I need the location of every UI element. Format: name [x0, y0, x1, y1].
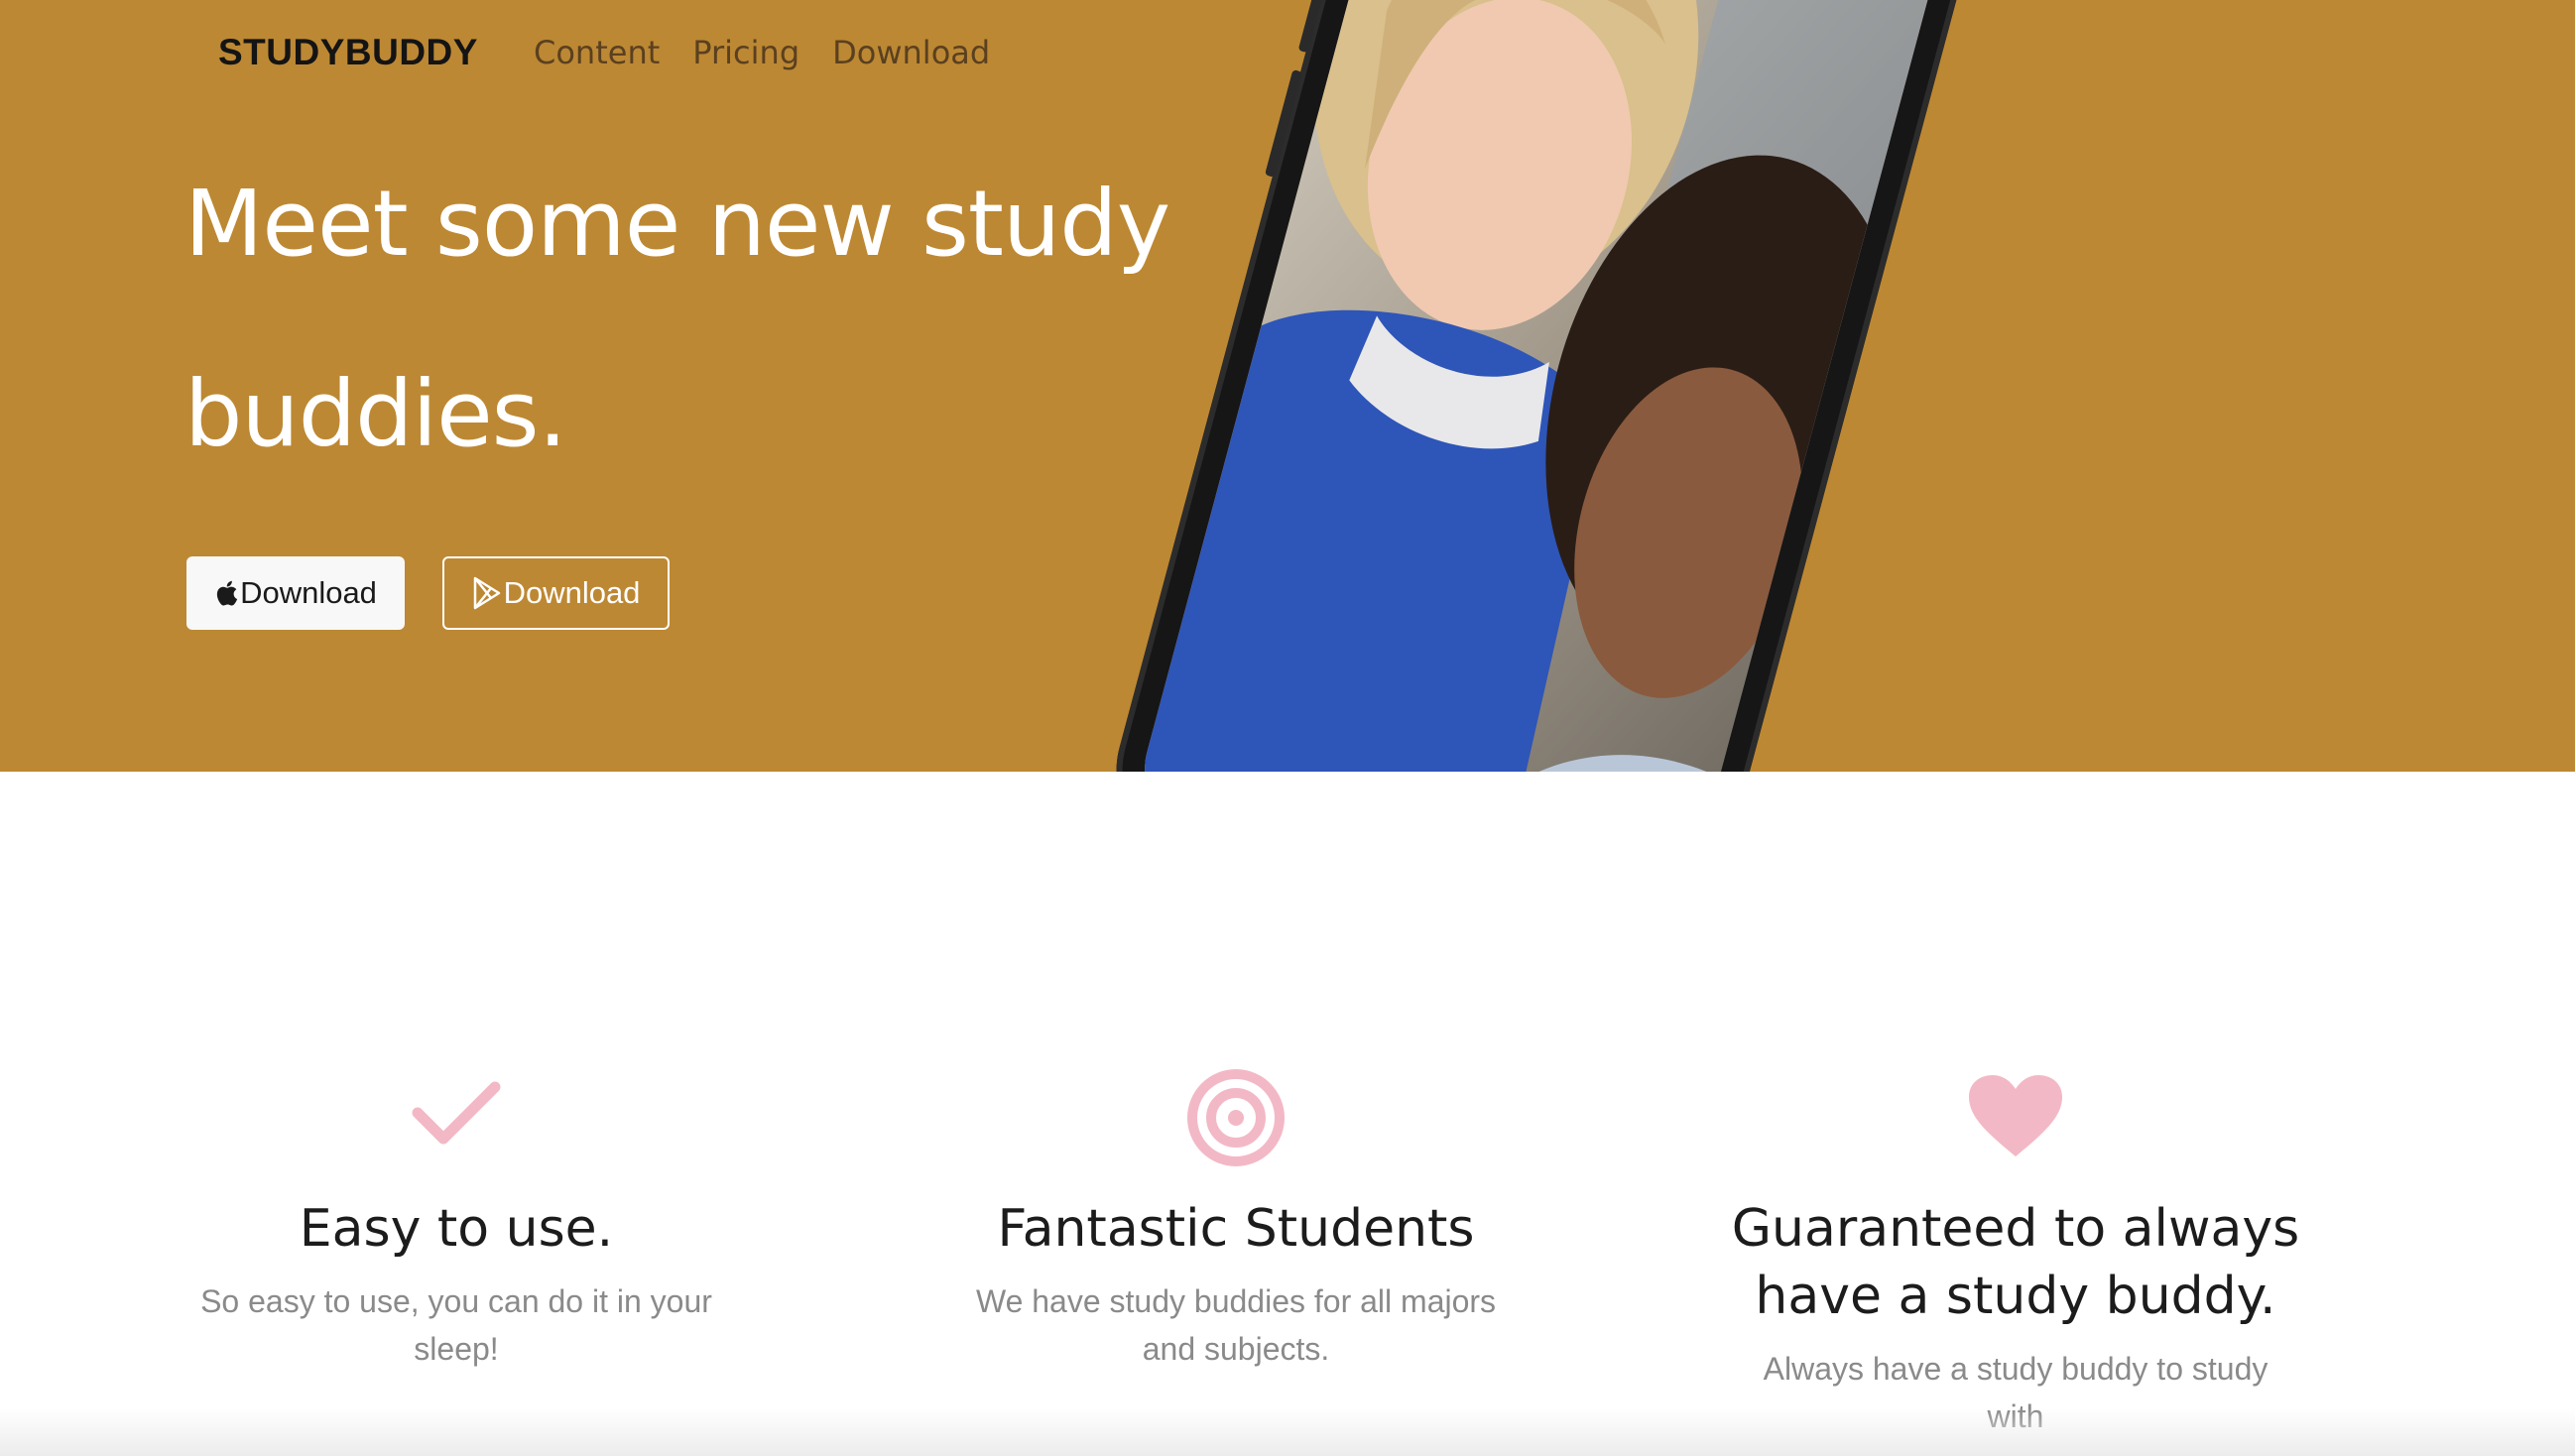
- phone-mockup: [1095, 0, 1990, 772]
- target-icon: [1187, 1069, 1285, 1170]
- feature-title-line: have a study buddy.: [1755, 1267, 2276, 1326]
- feature-desc-line: sleep!: [414, 1331, 499, 1367]
- check-icon: [412, 1081, 501, 1151]
- nav-link-pricing[interactable]: Pricing: [692, 30, 799, 75]
- page-bottom-fade: [0, 1408, 2575, 1456]
- feature-title-line: Easy to use.: [299, 1199, 614, 1259]
- hero-title-line-1: Meet some new study: [184, 171, 1170, 277]
- feature-title: Guaranteed to always have a study buddy.: [1698, 1195, 2333, 1330]
- feature-description: We have study buddies for all majors and…: [919, 1277, 1553, 1373]
- google-play-icon: [472, 576, 502, 610]
- feature-title-line: Guaranteed to always: [1731, 1199, 2300, 1259]
- feature-desc-line: So easy to use, you can do it in your: [200, 1283, 712, 1319]
- brand-logo[interactable]: STUDYBUDDY: [218, 30, 478, 75]
- heart-icon: [1967, 1073, 2064, 1162]
- download-google-play-label: Download: [503, 575, 641, 610]
- feature-desc-line: We have study buddies for all majors: [975, 1283, 1497, 1319]
- hero-section: STUDYBUDDY Content Pricing Download Meet…: [0, 0, 2575, 772]
- feature-title: Easy to use.: [139, 1195, 774, 1263]
- nav-link-download[interactable]: Download: [832, 30, 990, 75]
- download-app-store-label: Download: [240, 575, 377, 610]
- apple-icon: [214, 579, 238, 607]
- hero-title: Meet some new study buddies.: [184, 129, 1276, 510]
- nav-links: Content Pricing Download: [534, 30, 990, 75]
- download-google-play-button[interactable]: Download: [442, 556, 670, 630]
- feature-description: So easy to use, you can do it in your sl…: [139, 1277, 774, 1373]
- download-app-store-button[interactable]: Download: [186, 556, 405, 630]
- nav-link-content[interactable]: Content: [534, 30, 660, 75]
- feature-desc-line: and subjects.: [1142, 1331, 1330, 1367]
- feature-title: Fantastic Students: [919, 1195, 1553, 1263]
- feature-desc-line: Always have a study buddy to study: [1763, 1351, 2268, 1387]
- feature-title-line: Fantastic Students: [997, 1199, 1475, 1259]
- hero-title-line-2: buddies.: [184, 361, 567, 467]
